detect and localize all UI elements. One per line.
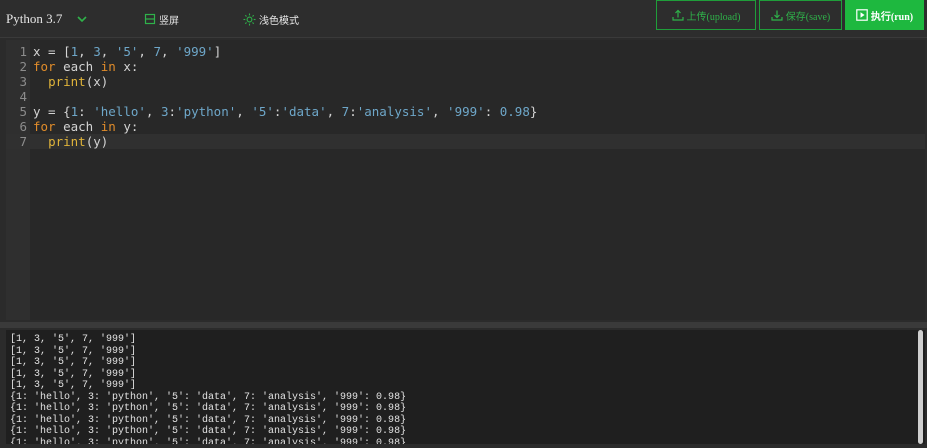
line-number: 6 xyxy=(19,119,27,134)
code-text: for each in y: xyxy=(33,119,139,134)
code-text: y = {1: 'hello', 3:'python', '5':'data',… xyxy=(33,104,538,119)
sun-icon xyxy=(243,13,256,25)
run-label: 执行(run) xyxy=(870,11,914,23)
output-line: [1, 3, '5', 7, '999'] xyxy=(10,345,137,357)
code-text: for each in x: xyxy=(33,59,139,74)
code-line[interactable]: 5 y = {1: 'hello', 3:'python', '5':'data'… xyxy=(6,104,925,119)
pane-divider[interactable] xyxy=(0,322,927,328)
output-line: {1: 'hello', 3: 'python', '5': 'data', 7… xyxy=(10,391,407,403)
upload-label: 上传(upload) xyxy=(686,11,741,23)
output-line: [1, 3, '5', 7, '999'] xyxy=(10,368,137,380)
output-console: [1, 3, '5', 7, '999'] [1, 3, '5', 7, '999… xyxy=(6,330,925,444)
play-icon xyxy=(856,9,868,21)
chevron-down-icon xyxy=(77,16,87,23)
output-line: {1: 'hello', 3: 'python', '5': 'data', 7… xyxy=(10,426,407,437)
code-line[interactable]: 4 xyxy=(6,89,925,104)
console-scrollbar[interactable] xyxy=(918,330,923,444)
output-line: [1, 3, '5', 7, '999'] xyxy=(10,380,137,391)
code-line[interactable]: 1 x = [1, 3, '5', 7, '999'] xyxy=(6,44,925,59)
code-text: x = [1, 3, '5', 7, '999'] xyxy=(33,44,222,59)
output-line: {1: 'hello', 3: 'python', '5': 'data', 7… xyxy=(10,437,407,445)
code-text: print(y) xyxy=(48,134,109,149)
download-icon xyxy=(771,10,783,21)
line-number: 7 xyxy=(19,134,27,149)
vertical-layout-button[interactable]: 竖屏 xyxy=(144,0,179,38)
code-line[interactable]: 2 for each in x: xyxy=(6,59,925,74)
upload-button[interactable]: 上传(upload) xyxy=(656,0,756,30)
layout-icon xyxy=(144,13,156,25)
line-number: 5 xyxy=(19,104,27,119)
output-line: [1, 3, '5', 7, '999'] xyxy=(10,334,137,345)
save-label: 保存(save) xyxy=(785,11,831,23)
code-line[interactable]: 6 for each in y: xyxy=(6,119,925,134)
vertical-layout-label: 竖屏 xyxy=(159,15,179,27)
line-number: 4 xyxy=(19,89,27,104)
light-mode-label: 浅色模式 xyxy=(259,15,299,27)
run-button[interactable]: 执行(run) xyxy=(845,0,924,30)
language-select[interactable]: Python 3.7 xyxy=(6,0,88,38)
code-line[interactable]: 3 print(x) xyxy=(6,74,925,89)
code-editor[interactable]: 1 x = [1, 3, '5', 7, '999'] 2 for each in x… xyxy=(6,40,925,320)
output-line: [1, 3, '5', 7, '999'] xyxy=(10,357,137,368)
save-button[interactable]: 保存(save) xyxy=(759,0,842,30)
language-label: Python 3.7 xyxy=(6,11,63,26)
line-number: 1 xyxy=(19,44,27,59)
upload-icon xyxy=(671,9,684,21)
toolbar: Python 3.7 竖屏 浅色模式 上传(upload) 保存(save) 执… xyxy=(0,0,927,38)
line-number: 3 xyxy=(19,74,27,89)
line-number: 2 xyxy=(19,59,27,74)
code-line[interactable]: 7 print(y) xyxy=(6,134,925,149)
code-text: print(x) xyxy=(48,74,109,89)
output-line: {1: 'hello', 3: 'python', '5': 'data', 7… xyxy=(10,414,407,426)
light-mode-button[interactable]: 浅色模式 xyxy=(243,0,299,38)
output-line: {1: 'hello', 3: 'python', '5': 'data', 7… xyxy=(10,403,407,414)
